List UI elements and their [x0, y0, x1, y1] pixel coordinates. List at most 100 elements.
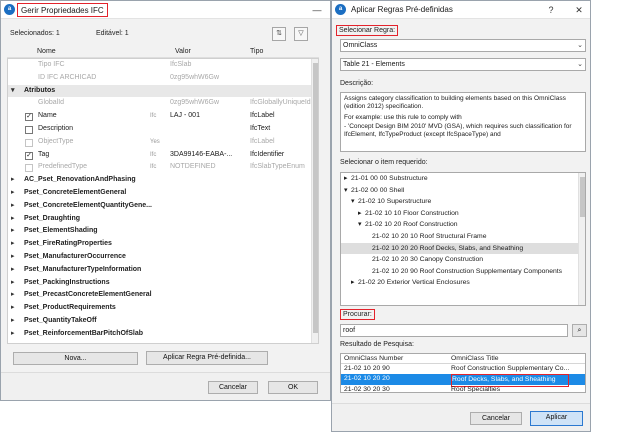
expand-toggle-icon[interactable]: ▸ — [11, 315, 21, 328]
expand-toggle-icon[interactable]: ▸ — [11, 225, 21, 238]
table-dropdown-value: Table 21 - Elements — [343, 61, 405, 68]
tree-item[interactable]: ▸ 21-01 00 00 Substructure — [341, 173, 585, 185]
tree-item-label: 21-02 00 00 Shell — [351, 186, 405, 194]
expand-toggle-icon[interactable]: ▸ — [11, 200, 21, 213]
expand-toggle-icon[interactable]: ▸ — [11, 238, 21, 251]
property-set-row[interactable]: ▸ Pset_PrecastConcreteElementGeneral — [8, 289, 318, 302]
property-row[interactable]: ObjectType Yes IfcLabel — [8, 136, 318, 149]
value-source-label: Ifc — [150, 113, 157, 120]
table-dropdown[interactable]: Table 21 - Elements ⌄ — [340, 58, 586, 71]
property-row[interactable]: Description IfcText — [8, 123, 318, 136]
property-checkbox[interactable]: ✓ — [25, 113, 33, 122]
tree-item-label: 21-02 10 10 Floor Construction — [365, 209, 459, 217]
expand-toggle-icon[interactable]: ▸ — [11, 277, 21, 290]
apply-button[interactable]: Aplicar — [530, 411, 583, 426]
search-button[interactable]: ⌕ — [572, 324, 587, 337]
property-checkbox[interactable]: ✓ — [25, 151, 33, 160]
tree-item[interactable]: ▸ 21-02 20 Exterior Vertical Enclosures — [341, 277, 585, 289]
property-set-row[interactable]: ▸ Pset_ConcreteElementQuantityGene... — [8, 200, 318, 213]
property-name: Atributos — [24, 86, 56, 94]
property-set-row[interactable]: ▸ Pset_Draughting — [8, 213, 318, 226]
property-set-row[interactable]: ▸ Pset_FireRatingProperties — [8, 238, 318, 251]
omniclass-tree[interactable]: ▸ 21-01 00 00 Substructure ▾ 21-02 00 00 Sh… — [340, 172, 586, 306]
property-value[interactable]: 3DA99146-EABA-... — [170, 149, 250, 162]
result-row[interactable]: 21-02 30 20 30 Roof Specialties — [341, 385, 585, 392]
help-button[interactable]: ? — [544, 3, 558, 17]
property-name: Tag — [38, 150, 50, 158]
tree-item[interactable]: ▾ 21-02 10 20 Roof Construction — [341, 219, 585, 231]
result-row[interactable]: 21-02 10 20 90 Roof Construction Suppleme… — [341, 364, 585, 374]
property-set-row[interactable]: ▸ Pset_ProductRequirements — [8, 302, 318, 315]
column-value: Valor — [175, 48, 191, 55]
expand-toggle-icon[interactable]: ▸ — [11, 187, 21, 200]
tree-scrollbar[interactable] — [578, 173, 585, 305]
value-source-label: Ifc — [150, 164, 157, 171]
close-button[interactable]: ✕ — [572, 3, 586, 17]
property-name: Pset_ReinforcementBarPitchOfSlab — [24, 329, 144, 337]
expand-toggle-icon[interactable]: ▸ — [11, 264, 21, 277]
expand-toggle-icon[interactable]: ▸ — [11, 328, 21, 341]
left-cancel-button[interactable]: Cancelar — [208, 381, 258, 394]
rule-dropdown[interactable]: OmniClass ⌄ — [340, 39, 586, 52]
assign-icon[interactable]: ⇅ — [272, 27, 286, 41]
result-number: 21-02 10 20 90 — [344, 365, 390, 373]
filter-icon[interactable]: ▽ — [294, 27, 308, 41]
property-set-row[interactable]: ▸ Pset_ManufacturerOccurrence — [8, 251, 318, 264]
new-property-button[interactable]: Nova... — [13, 352, 138, 365]
property-checkbox[interactable] — [25, 164, 33, 173]
tree-item[interactable]: ▾ 21-02 10 Superstructure — [341, 196, 585, 208]
tree-item-label: 21-02 20 Exterior Vertical Enclosures — [358, 279, 470, 287]
tree-item[interactable]: 21-02 10 20 30 Canopy Construction — [341, 254, 585, 266]
property-row[interactable]: ✓ Name Ifc LAJ - 001 IfcLabel — [8, 110, 318, 123]
tree-toggle-icon[interactable]: ▾ — [344, 185, 347, 197]
tree-toggle-icon[interactable]: ▾ — [351, 196, 354, 208]
results-label: Resultado de Pesquisa: — [340, 341, 414, 348]
search-results-table[interactable]: OmniClass Number OmniClass Title 21-02 1… — [340, 353, 586, 393]
tree-toggle-icon[interactable]: ▾ — [358, 219, 361, 231]
properties-scrollbar[interactable] — [311, 59, 318, 343]
results-col-title: OmniClass Title — [451, 355, 499, 362]
expand-toggle-icon[interactable]: ▸ — [11, 251, 21, 264]
property-set-row[interactable]: ▸ Pset_ElementShading — [8, 225, 318, 238]
rule-dropdown-value: OmniClass — [343, 42, 378, 49]
tree-toggle-icon[interactable]: ▸ — [358, 208, 361, 220]
tree-toggle-icon[interactable]: ▸ — [344, 173, 347, 185]
expand-toggle-icon[interactable]: ▸ — [11, 289, 21, 302]
property-set-row[interactable]: ▸ Pset_ManufacturerTypeInformation — [8, 264, 318, 277]
property-type: IfcLabel — [250, 137, 275, 145]
archicad-logo-icon: a — [4, 4, 15, 15]
property-row[interactable]: ✓ Tag Ifc 3DA99146-EABA-... IfcIdentifier — [8, 149, 318, 162]
tree-toggle-icon[interactable]: ▸ — [351, 277, 354, 289]
expand-toggle-icon[interactable]: ▾ — [11, 85, 21, 98]
property-row[interactable]: ID IFC ARCHICAD 0zg95whW6Gw — [8, 72, 318, 85]
property-row[interactable]: Tipo IFC IfcSlab — [8, 59, 318, 72]
minimize-button[interactable]: — — [310, 3, 324, 17]
property-checkbox[interactable] — [25, 125, 33, 134]
result-row[interactable]: 21-02 10 20 20 Roof Decks, Slabs, and She… — [341, 374, 585, 387]
property-checkbox[interactable] — [25, 138, 33, 147]
property-set-row[interactable]: ▸ Pset_QuantityTakeOff — [8, 315, 318, 328]
property-value[interactable]: LAJ - 001 — [170, 110, 250, 123]
properties-tree[interactable]: Tipo IFC IfcSlab ID IFC ARCHICAD 0zg95whW6G… — [7, 58, 319, 344]
property-set-row[interactable]: ▸ Pset_ConcreteElementGeneral — [8, 187, 318, 200]
property-row[interactable]: ▾ Atributos — [8, 84, 318, 98]
left-ok-button[interactable]: OK — [268, 381, 318, 394]
apply-predefined-rule-button[interactable]: Aplicar Regra Pré-definida... — [146, 351, 268, 365]
tree-item[interactable]: 21-02 10 20 20 Roof Decks, Slabs, and Sh… — [341, 242, 585, 255]
property-row[interactable]: PredefinedType Ifc NOTDEFINED IfcSlabTypeEn… — [8, 161, 318, 174]
property-set-row[interactable]: ▸ Pset_ReinforcementBarPitchOfSlab — [8, 328, 318, 341]
expand-toggle-icon[interactable]: ▸ — [11, 213, 21, 226]
right-cancel-button[interactable]: Cancelar — [470, 412, 522, 425]
property-set-row[interactable]: ▸ AC_Pset_RenovationAndPhasing — [8, 174, 318, 187]
tree-item[interactable]: 21-02 10 20 10 Roof Structural Frame — [341, 231, 585, 243]
property-row[interactable]: GlobalId 0zg95whW6Gw IfcGloballyUniqueId — [8, 97, 318, 110]
tree-item[interactable]: 21-02 10 20 90 Roof Construction Supplem… — [341, 266, 585, 278]
property-set-row[interactable]: ▸ Pset_PackingInstructions — [8, 277, 318, 290]
tree-item[interactable]: ▸ 21-02 10 10 Floor Construction — [341, 208, 585, 220]
search-input[interactable]: roof — [340, 324, 568, 337]
expand-toggle-icon[interactable]: ▸ — [11, 302, 21, 315]
result-number: 21-02 10 20 20 — [344, 375, 390, 383]
expand-toggle-icon[interactable]: ▸ — [11, 174, 21, 187]
property-value: NOTDEFINED — [170, 163, 216, 171]
tree-item[interactable]: ▾ 21-02 00 00 Shell — [341, 185, 585, 197]
